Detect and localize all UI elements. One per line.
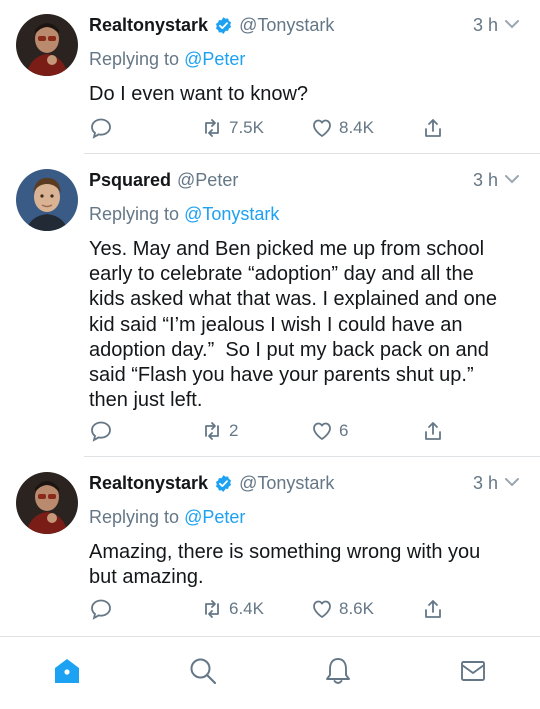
tab-home[interactable] <box>52 656 82 686</box>
tweet-actions: 2 6 <box>89 417 449 445</box>
tab-notifications[interactable] <box>323 656 353 686</box>
bell-icon <box>326 658 350 684</box>
mention-link[interactable]: @Peter <box>184 507 245 527</box>
replying-to: Replying to @Peter <box>89 49 245 70</box>
display-name[interactable]: Psquared <box>89 170 171 191</box>
retweet-icon <box>205 422 219 440</box>
retweet-count: 2 <box>229 421 239 440</box>
chevron-down-icon[interactable] <box>504 18 520 30</box>
like-count: 6 <box>339 421 349 440</box>
share-button[interactable] <box>421 114 445 142</box>
tweet[interactable]: Realtonystark @Tonystark 3 h Replying to… <box>0 457 540 635</box>
heart-icon <box>313 600 331 618</box>
replying-to: Replying to @Peter <box>89 507 245 528</box>
retweet-icon <box>205 600 219 618</box>
handle[interactable]: @Tonystark <box>239 473 334 494</box>
tweet-actions: 6.4K 8.6K <box>89 595 449 623</box>
reply-button[interactable] <box>89 595 113 623</box>
like-button[interactable]: 8.4K <box>310 114 374 142</box>
mail-icon <box>461 661 485 681</box>
chevron-down-icon[interactable] <box>504 476 520 488</box>
timestamp: 3 h <box>472 169 498 190</box>
retweet-button[interactable]: 7.5K <box>200 114 264 142</box>
share-icon <box>425 600 441 618</box>
tab-messages[interactable] <box>458 656 488 686</box>
tweet-header: Realtonystark @Tonystark 3 h <box>89 12 520 38</box>
replying-label: Replying to <box>89 507 185 527</box>
share-icon <box>425 119 441 137</box>
retweet-count: 7.5K <box>229 118 264 137</box>
reply-button[interactable] <box>89 417 113 445</box>
retweet-button[interactable]: 6.4K <box>200 595 264 623</box>
tweet-header: Realtonystark @Tonystark 3 h <box>89 470 520 496</box>
heart-icon <box>313 422 331 440</box>
display-name[interactable]: Realtonystark <box>89 15 208 36</box>
reply-icon <box>91 421 111 442</box>
timestamp: 3 h <box>472 14 498 35</box>
like-count: 8.6K <box>339 599 374 618</box>
handle[interactable]: @Tonystark <box>239 15 334 36</box>
replying-label: Replying to <box>89 204 185 224</box>
share-button[interactable] <box>421 417 445 445</box>
tweet[interactable]: Realtonystark @Tonystark 3 h Replying to… <box>0 0 540 153</box>
tweet-actions: 7.5K 8.4K <box>89 114 449 142</box>
reply-icon <box>91 599 111 620</box>
mention-link[interactable]: @Peter <box>184 49 245 69</box>
chevron-down-icon[interactable] <box>504 173 520 185</box>
avatar[interactable] <box>16 472 78 534</box>
tweet-text: Yes. May and Ben picked me up from schoo… <box>89 238 503 412</box>
share-button[interactable] <box>421 595 445 623</box>
timestamp: 3 h <box>472 472 498 493</box>
verified-badge-icon <box>216 16 232 34</box>
like-count: 8.4K <box>339 118 374 137</box>
reply-icon <box>91 118 111 139</box>
display-name[interactable]: Realtonystark <box>89 473 208 494</box>
reply-button[interactable] <box>89 114 113 142</box>
bottom-tab-bar <box>0 636 540 709</box>
retweet-count: 6.4K <box>229 599 264 618</box>
avatar[interactable] <box>16 169 78 231</box>
search-icon <box>190 658 217 685</box>
tweet-header: Psquared @Peter 3 h <box>89 167 520 193</box>
tweet-text: Do I even want to know? <box>89 83 309 105</box>
retweet-button[interactable]: 2 <box>200 417 238 445</box>
like-button[interactable]: 8.6K <box>310 595 374 623</box>
handle[interactable]: @Peter <box>177 170 238 191</box>
avatar[interactable] <box>16 14 78 76</box>
tweet-text: Amazing, there is something wrong with y… <box>89 541 486 589</box>
tweet[interactable]: Psquared @Peter 3 h Replying to @Tonysta… <box>0 154 540 456</box>
mention-link[interactable]: @Tonystark <box>184 204 279 224</box>
replying-to: Replying to @Tonystark <box>89 204 279 225</box>
replying-label: Replying to <box>89 49 185 69</box>
like-button[interactable]: 6 <box>310 417 348 445</box>
share-icon <box>425 422 441 440</box>
tab-search[interactable] <box>188 656 218 686</box>
retweet-icon <box>205 119 219 137</box>
verified-badge-icon <box>216 474 232 492</box>
home-icon <box>55 659 79 683</box>
heart-icon <box>313 119 331 137</box>
